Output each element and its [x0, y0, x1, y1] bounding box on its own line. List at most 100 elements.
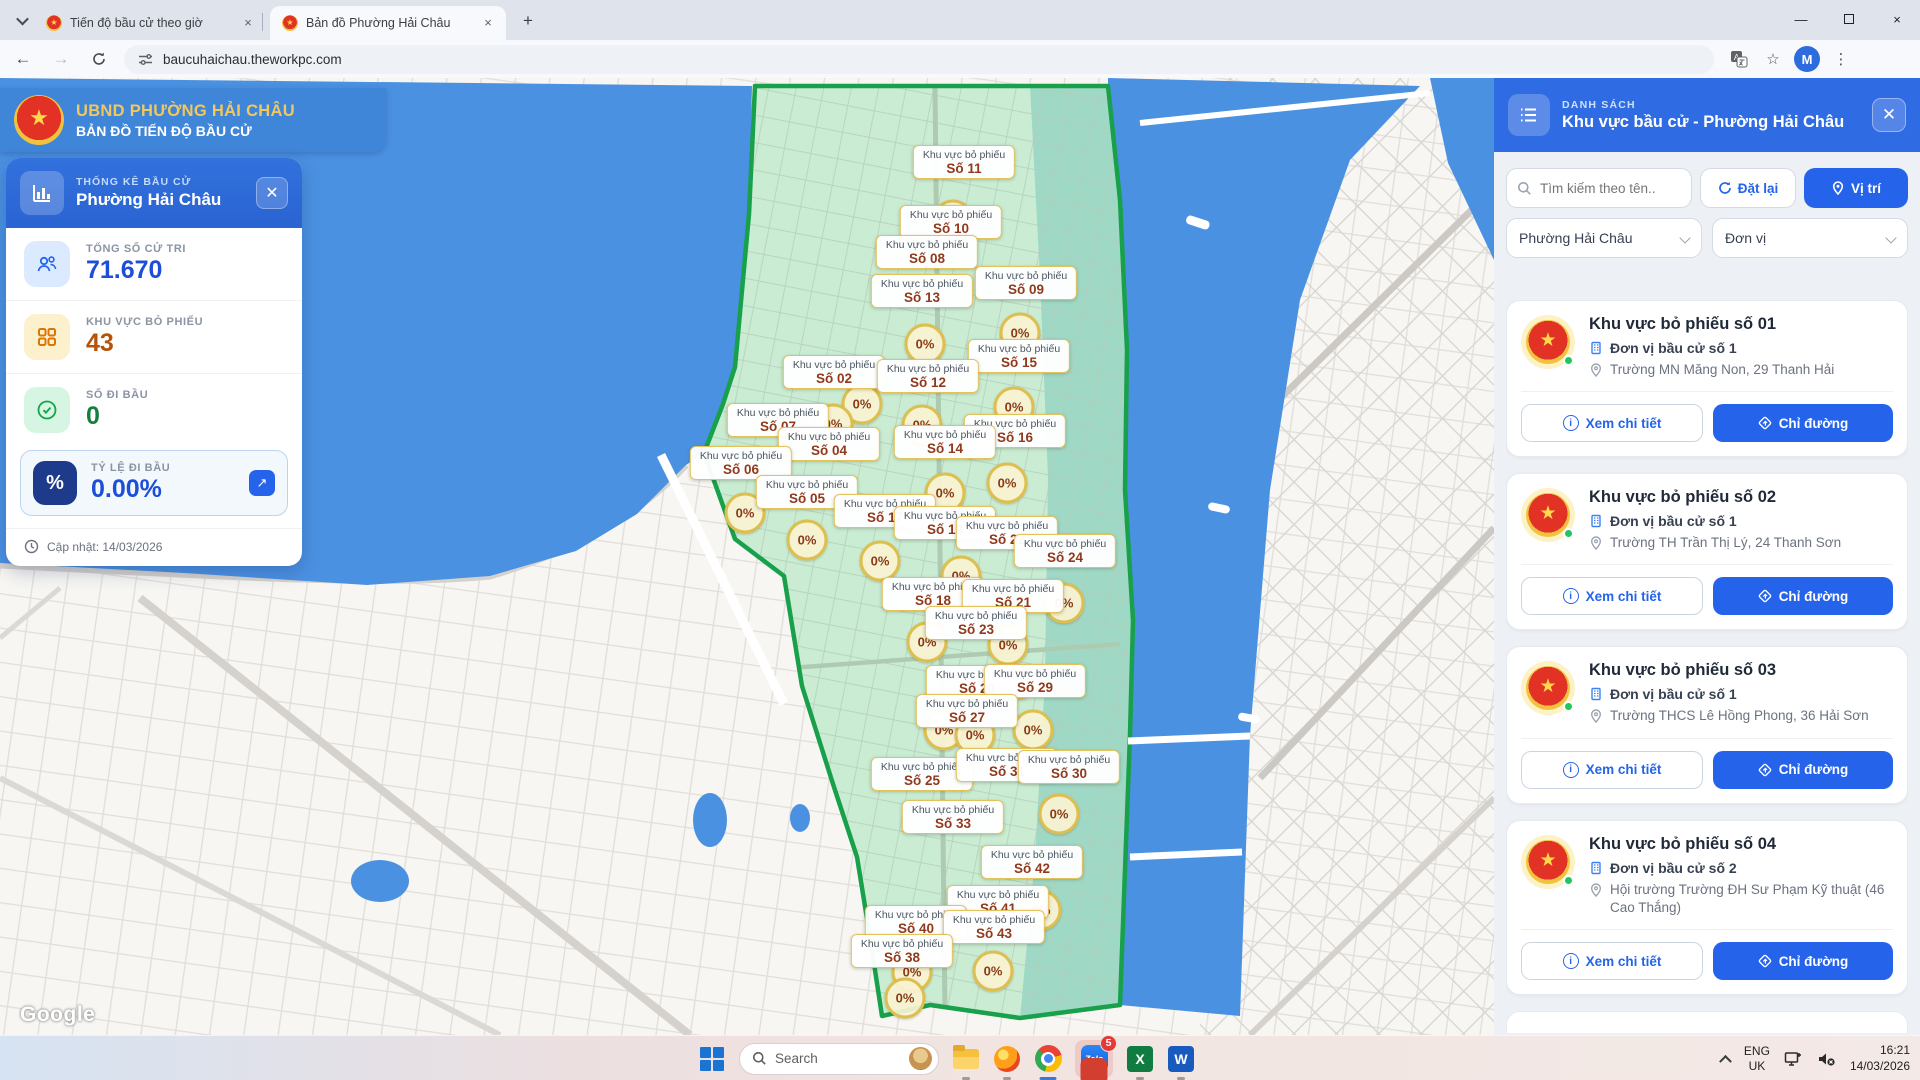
polling-station-card: Khu vực bỏ phiếu số 02 Đơn vị bầu cử số 1…: [1506, 473, 1908, 630]
location-pin-icon: [1831, 181, 1845, 195]
card-unit: Đơn vị bầu cử số 1: [1589, 340, 1834, 356]
bar-chart-icon: [20, 171, 64, 215]
maximize-icon[interactable]: [1834, 4, 1864, 34]
stat-voted: SỐ ĐI BẦU 0: [6, 373, 302, 446]
tray-chevron-icon[interactable]: [1719, 1055, 1732, 1068]
screen: Tiến độ bầu cử theo giờ × Bản đồ Phường …: [0, 0, 1920, 1080]
tab-separator: [262, 13, 263, 31]
search-field[interactable]: [1506, 168, 1692, 208]
directions-button[interactable]: Chỉ đường: [1713, 577, 1893, 615]
stats-header-title: Phường Hải Châu: [76, 190, 221, 210]
directions-icon: [1758, 416, 1772, 430]
building-icon: [1589, 341, 1603, 355]
location-pin-icon: [1589, 709, 1603, 723]
grid-icon: [24, 314, 70, 360]
divider: [1521, 738, 1893, 739]
updated-at: Cập nhật: 14/03/2026: [47, 540, 162, 554]
network-icon[interactable]: [1784, 1050, 1803, 1067]
card-address: Trường TH Trần Thị Lý, 24 Thanh Sơn: [1589, 534, 1841, 552]
emblem-avatar: [1521, 835, 1575, 889]
stat-value: 71.670: [86, 256, 186, 285]
minimize-icon[interactable]: —: [1786, 4, 1816, 34]
divider: [1521, 391, 1893, 392]
close-icon[interactable]: ✕: [1872, 98, 1906, 132]
stat-label: SỐ ĐI BẦU: [86, 389, 148, 401]
people-icon: [24, 241, 70, 287]
taskbar: Search Zalo 5 X W ENGUK 16:2114/03/2026: [0, 1035, 1920, 1080]
info-icon: i: [1563, 588, 1579, 604]
stat-turnout-rate: % TỶ LỆ ĐI BẦU 0.00% ↗: [20, 450, 288, 516]
polling-station-card: Khu vực bỏ phiếu số 03Đơn vị bầu cử số 1…: [1506, 646, 1908, 803]
close-icon[interactable]: ✕: [256, 177, 288, 209]
building-icon: [1589, 687, 1603, 701]
ward-filter-select[interactable]: Phường Hải Châu: [1506, 218, 1702, 258]
chevron-down-icon: [1885, 232, 1896, 243]
clock[interactable]: 16:2114/03/2026: [1850, 1043, 1910, 1074]
emblem-avatar: [1521, 488, 1575, 542]
view-details-button[interactable]: iXem chi tiết: [1521, 751, 1703, 789]
browser-tab-strip: Tiến độ bầu cử theo giờ × Bản đồ Phường …: [0, 0, 1920, 40]
directions-button[interactable]: Chỉ đường: [1713, 942, 1893, 980]
stat-value: 0.00%: [91, 475, 170, 504]
banner-org: UBND PHƯỜNG HẢI CHÂU: [76, 102, 295, 121]
chevron-down-icon: [1679, 232, 1690, 243]
taskbar-search[interactable]: Search: [739, 1043, 939, 1075]
profile-avatar[interactable]: M: [1794, 46, 1820, 72]
view-details-button[interactable]: iXem chi tiết: [1521, 577, 1703, 615]
tab-ward-map[interactable]: Bản đồ Phường Hải Châu ×: [270, 6, 506, 40]
url-text: baucuhaichau.theworkpc.com: [163, 52, 342, 67]
location-pin-icon: [1589, 536, 1603, 550]
arrow-up-right-icon[interactable]: ↗: [249, 470, 275, 496]
emblem-favicon-icon: [46, 15, 62, 31]
firefox-icon[interactable]: [993, 1045, 1021, 1073]
back-icon[interactable]: ←: [8, 44, 38, 74]
file-explorer-icon[interactable]: [952, 1045, 980, 1073]
reload-icon[interactable]: [84, 44, 114, 74]
view-details-button[interactable]: iXem chi tiết: [1521, 404, 1703, 442]
tab-close-icon[interactable]: ×: [480, 15, 496, 31]
search-highlight-icon[interactable]: [909, 1047, 932, 1070]
address-bar[interactable]: baucuhaichau.theworkpc.com: [124, 45, 1714, 74]
reset-icon: [1718, 181, 1732, 195]
status-dot: [1563, 875, 1574, 886]
tab-close-icon[interactable]: ×: [240, 15, 256, 31]
volume-muted-icon[interactable]: [1817, 1051, 1836, 1067]
stat-label: TỔNG SỐ CỬ TRI: [86, 243, 186, 255]
reset-button[interactable]: Đặt lại: [1700, 168, 1796, 208]
emblem-favicon-icon: [282, 15, 298, 31]
card-unit: Đơn vị bầu cử số 2: [1589, 860, 1893, 876]
emblem-avatar: [1521, 661, 1575, 715]
tab-search-button[interactable]: [10, 8, 34, 32]
location-button[interactable]: Vị trí: [1804, 168, 1908, 208]
translate-icon[interactable]: A: [1726, 46, 1752, 72]
polling-list: Khu vực bỏ phiếu số 01Đơn vị bầu cử số 1…: [1506, 300, 1908, 1035]
tab-election-progress[interactable]: Tiến độ bầu cử theo giờ ×: [34, 6, 266, 40]
card-title: Khu vực bỏ phiếu số 03: [1589, 661, 1869, 680]
chrome-icon[interactable]: [1034, 1045, 1062, 1073]
start-button[interactable]: [698, 1045, 726, 1073]
directions-icon: [1758, 763, 1772, 777]
close-window-icon[interactable]: ×: [1882, 4, 1912, 34]
menu-kebab-icon[interactable]: ⋮: [1828, 46, 1854, 72]
excel-icon[interactable]: X: [1126, 1045, 1154, 1073]
language-indicator[interactable]: ENGUK: [1744, 1044, 1770, 1074]
card-unit: Đơn vị bầu cử số 1: [1589, 513, 1841, 529]
site-info-icon[interactable]: [138, 52, 153, 67]
directions-button[interactable]: Chỉ đường: [1713, 404, 1893, 442]
info-icon: i: [1563, 762, 1579, 778]
divider: [1521, 564, 1893, 565]
search-placeholder: Search: [775, 1051, 818, 1066]
search-input[interactable]: [1540, 181, 1660, 196]
directions-button[interactable]: Chỉ đường: [1713, 751, 1893, 789]
word-icon[interactable]: W: [1167, 1045, 1195, 1073]
zalo-icon[interactable]: Zalo 5: [1075, 1040, 1113, 1078]
sidebar-header-title: Khu vực bầu cử - Phường Hải Châu: [1562, 113, 1844, 132]
polling-station-card-partial: [1506, 1011, 1908, 1033]
bookmark-star-icon[interactable]: ☆: [1760, 46, 1786, 72]
info-icon: i: [1563, 415, 1579, 431]
card-title: Khu vực bỏ phiếu số 02: [1589, 488, 1841, 507]
unit-filter-select[interactable]: Đơn vị: [1712, 218, 1908, 258]
new-tab-button[interactable]: +: [516, 9, 540, 33]
view-details-button[interactable]: iXem chi tiết: [1521, 942, 1703, 980]
forward-icon[interactable]: →: [46, 44, 76, 74]
